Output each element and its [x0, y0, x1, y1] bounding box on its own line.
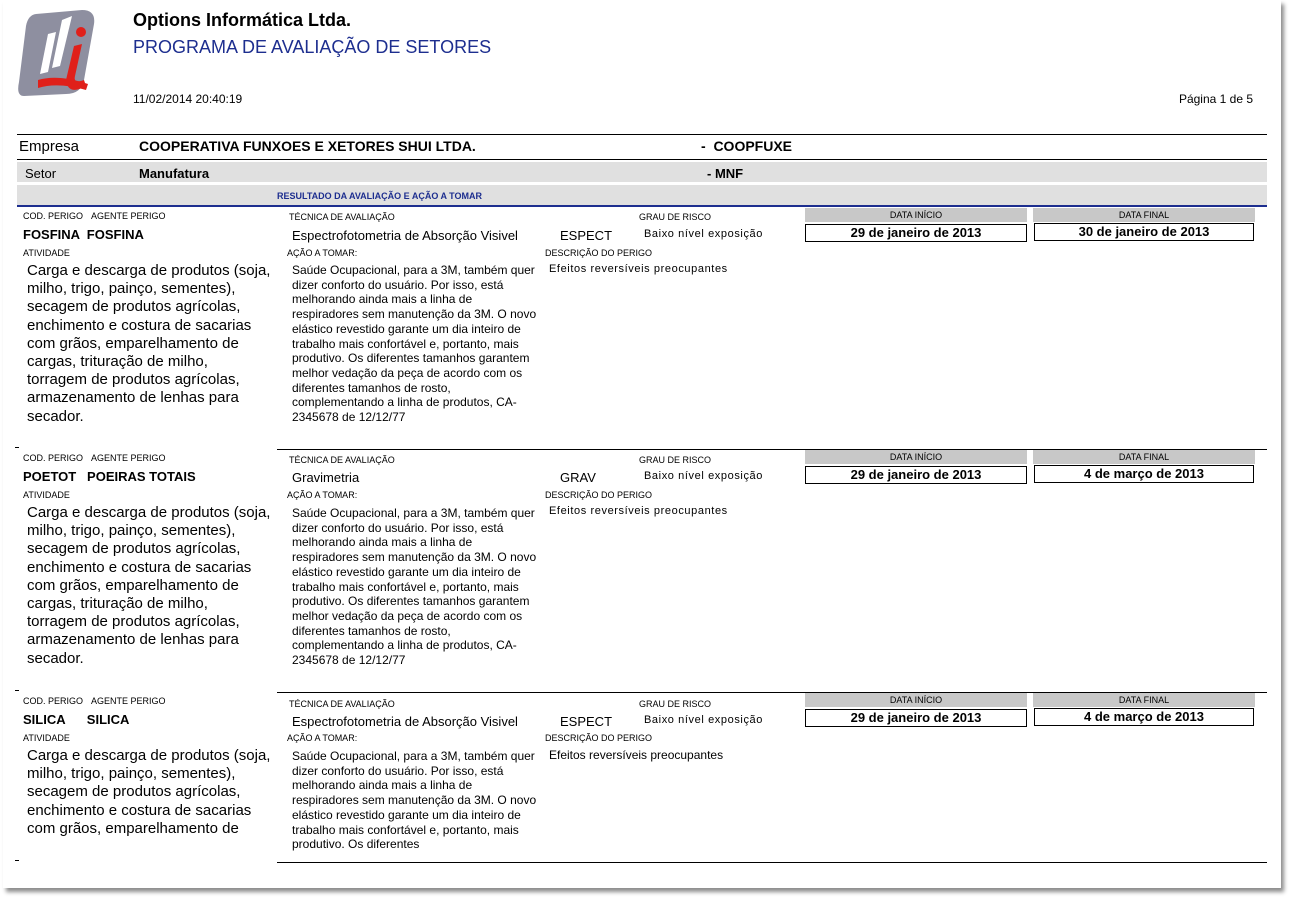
- setor-code: - MNF: [707, 166, 744, 181]
- record-3-tecnica: Espectrofotometria de Absorção Visivel: [292, 714, 518, 729]
- empresa-code: - COOPFUXE: [701, 138, 793, 154]
- setor-label: Setor: [25, 166, 57, 181]
- page-indicator: Página 1 de 5: [1178, 92, 1253, 106]
- data-inicio-header: DATA INÍCIO: [805, 208, 1027, 222]
- record-3-tecnica-code: ESPECT: [560, 714, 613, 729]
- setor-name: Manufatura: [139, 166, 210, 181]
- record-2-grau: Baixo nível exposição: [644, 470, 763, 482]
- record-3-agent: SILICA SILICA: [23, 712, 130, 727]
- record-1-data-inicio: 29 de janeiro de 2013: [805, 224, 1027, 242]
- cod-perigo-label: COD. PERIGO: [23, 696, 84, 706]
- company-name: Options Informática Ltda.: [133, 10, 352, 30]
- report-datetime: 11/02/2014 20:40:19: [133, 92, 243, 106]
- record-2-tecnica: Gravimetria: [292, 470, 360, 485]
- record-2-data-final: 4 de março de 2013: [1034, 465, 1254, 483]
- row-tick: [15, 860, 19, 861]
- tecnica-label: TÉCNICA DE AVALIAÇÃO: [289, 455, 395, 465]
- report-page: Options Informática Ltda. PROGRAMA DE AV…: [3, 0, 1281, 888]
- record-3-descricao: Efeitos reversíveis preocupantes: [549, 748, 724, 762]
- row-tick: [15, 690, 19, 691]
- cod-perigo-label: COD. PERIGO: [23, 211, 84, 221]
- data-inicio-header: DATA INÍCIO: [805, 450, 1027, 464]
- record-1-atividade: Carga e descarga de produtos (soja, milh…: [27, 262, 271, 425]
- descricao-label: DESCRIÇÃO DO PERIGO: [545, 490, 653, 500]
- record-2-tecnica-code: GRAV: [560, 470, 596, 485]
- record-1-tecnica-code: ESPECT: [560, 228, 613, 243]
- empresa-name: COOPERATIVA FUNXOES E XETORES SHUI LTDA.: [139, 138, 476, 154]
- atividade-label: ATIVIDADE: [23, 248, 70, 258]
- descricao-label: DESCRIÇÃO DO PERIGO: [545, 248, 653, 258]
- data-final-header: DATA FINAL: [1033, 693, 1255, 707]
- grau-label: GRAU DE RISCO: [639, 455, 712, 465]
- data-final-header: DATA FINAL: [1033, 450, 1255, 464]
- divider: [17, 134, 1267, 135]
- record-2-agent: POETOT POEIRAS TOTAIS: [23, 469, 196, 484]
- record-1-agent: FOSFINA FOSFINA: [23, 227, 144, 242]
- cod-perigo-label: COD. PERIGO: [23, 453, 84, 463]
- tecnica-label: TÉCNICA DE AVALIAÇÃO: [289, 699, 395, 709]
- record-1-tecnica: Espectrofotometria de Absorção Visivel: [292, 228, 518, 243]
- section-title-band: [17, 185, 1267, 205]
- descricao-label: DESCRIÇÃO DO PERIGO: [545, 733, 653, 743]
- record-1-grau: Baixo nível exposição: [644, 228, 763, 240]
- agente-perigo-label: AGENTE PERIGO: [91, 696, 166, 706]
- row-tick: [15, 447, 19, 448]
- record-3-acao: Saúde Ocupacional, para a 3M, também que…: [292, 749, 537, 852]
- acao-label: AÇÃO A TOMAR:: [287, 490, 358, 500]
- row-divider: [277, 862, 1267, 863]
- record-2-acao: Saúde Ocupacional, para a 3M, também que…: [292, 506, 537, 668]
- acao-label: AÇÃO A TOMAR:: [287, 733, 358, 743]
- acao-label: AÇÃO A TOMAR:: [287, 248, 358, 258]
- atividade-label: ATIVIDADE: [23, 733, 70, 743]
- company-logo: [18, 10, 95, 96]
- record-1-descricao: Efeitos reversíveis preocupantes: [549, 263, 728, 275]
- grau-label: GRAU DE RISCO: [639, 212, 712, 222]
- program-title: PROGRAMA DE AVALIAÇÃO DE SETORES: [133, 37, 492, 57]
- record-1-acao: Saúde Ocupacional, para a 3M, também que…: [292, 263, 537, 425]
- record-3-data-inicio: 29 de janeiro de 2013: [805, 709, 1027, 727]
- record-2-data-inicio: 29 de janeiro de 2013: [805, 466, 1027, 484]
- record-1-data-final: 30 de janeiro de 2013: [1034, 223, 1254, 241]
- tecnica-label: TÉCNICA DE AVALIAÇÃO: [289, 212, 395, 222]
- section-underline: [17, 205, 1267, 207]
- divider: [17, 159, 1267, 160]
- agente-perigo-label: AGENTE PERIGO: [91, 211, 166, 221]
- section-title: RESULTADO DA AVALIAÇÃO E AÇÃO A TOMAR: [277, 191, 482, 201]
- record-3-grau: Baixo nível exposição: [644, 714, 763, 726]
- record-2-atividade: Carga e descarga de produtos (soja, milh…: [27, 504, 271, 667]
- empresa-label: Empresa: [19, 138, 80, 155]
- data-inicio-header: DATA INÍCIO: [805, 693, 1027, 707]
- data-final-header: DATA FINAL: [1033, 208, 1255, 222]
- record-3-atividade: Carga e descarga de produtos (soja, milh…: [27, 747, 271, 837]
- record-3-data-final: 4 de março de 2013: [1034, 708, 1254, 726]
- record-2-descricao: Efeitos reversíveis preocupantes: [549, 505, 728, 517]
- atividade-label: ATIVIDADE: [23, 490, 70, 500]
- grau-label: GRAU DE RISCO: [639, 699, 712, 709]
- agente-perigo-label: AGENTE PERIGO: [91, 453, 166, 463]
